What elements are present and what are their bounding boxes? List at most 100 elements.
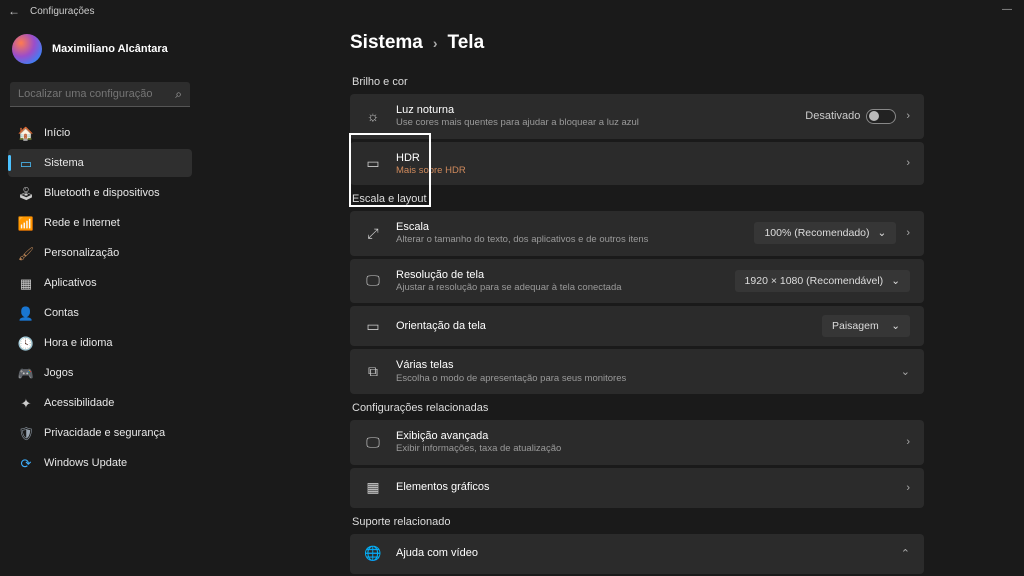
display-icon: 🖵	[364, 433, 382, 451]
select-value: 1920 × 1080 (Recomendável)	[745, 275, 884, 287]
nav-label: Acessibilidade	[44, 397, 114, 409]
section-scale: Escala e layout	[352, 193, 924, 205]
card-title: Orientação da tela	[396, 319, 808, 333]
sidebar-item-in-cio[interactable]: 🏠Início	[8, 119, 192, 147]
nav-icon: ▦	[18, 275, 34, 291]
nav-icon: 👤	[18, 305, 34, 321]
breadcrumb-parent[interactable]: Sistema	[350, 32, 423, 54]
card-text: Escala Alterar o tamanho do texto, dos a…	[396, 220, 740, 247]
titlebar: ← Configurações —	[0, 0, 1024, 22]
card-right: ⌄	[901, 365, 910, 378]
toggle-track-icon	[866, 109, 896, 124]
nav-icon: 🛡	[18, 425, 34, 441]
card-advanced[interactable]: 🖵 Exibição avançada Exibir informações, …	[350, 420, 924, 465]
sidebar-item-bluetooth-e-dispositivos[interactable]: 🕹Bluetooth e dispositivos	[8, 179, 192, 207]
card-sub: Exibir informações, taxa de atualização	[396, 443, 892, 455]
sidebar-item-personaliza-o[interactable]: 🖌 Personalização	[8, 239, 192, 267]
card-scale[interactable]: ⤢ Escala Alterar o tamanho do texto, dos…	[350, 211, 924, 256]
card-resolution[interactable]: 🖵 Resolução de tela Ajustar a resolução …	[350, 259, 924, 304]
avatar	[12, 34, 42, 64]
card-right: ›	[906, 157, 910, 169]
nav-label: Sistema	[44, 157, 84, 169]
nav-label: Contas	[44, 307, 79, 319]
card-title: Várias telas	[396, 358, 887, 372]
card-title: HDR	[396, 151, 892, 165]
nav-label: Privacidade e segurança	[44, 427, 165, 439]
card-sub: Escolha o modo de apresentação para seus…	[396, 373, 887, 385]
card-graphics[interactable]: ▦ Elementos gráficos ›	[350, 468, 924, 508]
card-text: HDR Mais sobre HDR	[396, 151, 892, 176]
nav-icon: 🕹	[18, 185, 34, 201]
card-hdr[interactable]: ▭ HDR Mais sobre HDR ›	[350, 142, 924, 185]
minimize-icon[interactable]: —	[1002, 4, 1012, 15]
nav-icon: 🖌	[18, 245, 34, 261]
orientation-icon: ▭	[364, 317, 382, 335]
card-multiple[interactable]: ⧉ Várias telas Escolha o modo de apresen…	[350, 349, 924, 394]
sidebar-item-contas[interactable]: 👤 Contas	[8, 299, 192, 327]
nav-list: 🏠Início▭Sistema🕹Bluetooth e dispositivos…	[8, 119, 192, 477]
nav-label: Aplicativos	[44, 277, 97, 289]
nav-label: Personalização	[44, 247, 119, 259]
sidebar-item-windows-update[interactable]: ⟳ Windows Update	[8, 449, 192, 477]
card-help[interactable]: 🌐 Ajuda com vídeo ⌃	[350, 534, 924, 574]
nav-label: Início	[44, 127, 70, 139]
sidebar-item-hora-e-idioma[interactable]: 🕓 Hora e idioma	[8, 329, 192, 357]
nav-label: Jogos	[44, 367, 73, 379]
chevron-down-icon: ⌄	[891, 320, 900, 332]
card-right: ›	[906, 436, 910, 448]
search-icon[interactable]: ⌕	[175, 87, 182, 102]
card-link[interactable]: Mais sobre HDR	[396, 165, 892, 176]
card-text: Orientação da tela	[396, 319, 808, 333]
resolution-select[interactable]: 1920 × 1080 (Recomendável) ⌄	[735, 270, 910, 292]
sidebar-item-acessibilidade[interactable]: ✦Acessibilidade	[8, 389, 192, 417]
breadcrumb-current: Tela	[448, 32, 485, 54]
chevron-up-icon: ⌃	[901, 547, 910, 560]
sidebar-item-privacidade-e-seguran-a[interactable]: 🛡 Privacidade e segurança	[8, 419, 192, 447]
sidebar-item-sistema[interactable]: ▭Sistema	[8, 149, 192, 177]
card-text: Ajuda com vídeo	[396, 546, 887, 560]
card-orientation[interactable]: ▭ Orientação da tela Paisagem ⌄	[350, 306, 924, 346]
sidebar-item-rede-e-internet[interactable]: 📶Rede e Internet	[8, 209, 192, 237]
nav-label: Rede e Internet	[44, 217, 120, 229]
orientation-select[interactable]: Paisagem ⌄	[822, 315, 910, 337]
app-title: Configurações	[30, 6, 94, 17]
card-title: Resolução de tela	[396, 268, 721, 282]
card-right: ›	[906, 482, 910, 494]
card-title: Exibição avançada	[396, 429, 892, 443]
search-box: ⌕	[10, 82, 190, 107]
chevron-right-icon: ›	[906, 436, 910, 448]
card-text: Exibição avançada Exibir informações, ta…	[396, 429, 892, 456]
chevron-right-icon: ›	[906, 110, 910, 122]
sidebar-item-jogos[interactable]: 🎮Jogos	[8, 359, 192, 387]
nav-icon: ⟳	[18, 455, 34, 471]
nightlight-toggle[interactable]: Desativado	[805, 109, 896, 124]
nav-icon: 🕓	[18, 335, 34, 351]
card-title: Luz noturna	[396, 103, 791, 117]
card-right: 100% (Recomendado) ⌄ ›	[754, 222, 910, 244]
select-value: 100% (Recomendado)	[764, 227, 869, 239]
scale-select[interactable]: 100% (Recomendado) ⌄	[754, 222, 896, 244]
profile[interactable]: Maximiliano Alcântara	[8, 28, 192, 78]
main-content: Sistema › Tela Brilho e cor ☼ Luz noturn…	[200, 22, 1024, 576]
back-arrow-icon[interactable]: ←	[8, 4, 20, 18]
window-controls: —	[996, 0, 1018, 19]
sidebar-item-aplicativos[interactable]: ▦ Aplicativos	[8, 269, 192, 297]
card-sub: Alterar o tamanho do texto, dos aplicati…	[396, 234, 740, 246]
search-input[interactable]	[10, 82, 190, 107]
card-sub: Use cores mais quentes para ajudar a blo…	[396, 117, 791, 129]
nav-label: Windows Update	[44, 457, 127, 469]
sidebar: Maximiliano Alcântara ⌕ 🏠Início▭Sistema🕹…	[0, 22, 200, 576]
card-title: Escala	[396, 220, 740, 234]
card-right: ⌃	[901, 547, 910, 560]
chevron-down-icon: ⌄	[878, 227, 887, 239]
select-value: Paisagem	[832, 320, 879, 332]
card-nightlight[interactable]: ☼ Luz noturna Use cores mais quentes par…	[350, 94, 924, 139]
nav-label: Hora e idioma	[44, 337, 112, 349]
chevron-right-icon: ›	[906, 157, 910, 169]
card-text: Várias telas Escolha o modo de apresenta…	[396, 358, 887, 385]
chevron-down-icon: ⌄	[901, 365, 910, 378]
monitor-icon: 🖵	[364, 272, 382, 290]
card-text: Resolução de tela Ajustar a resolução pa…	[396, 268, 721, 295]
card-right: 1920 × 1080 (Recomendável) ⌄	[735, 270, 910, 292]
scale-icon: ⤢	[364, 224, 382, 242]
